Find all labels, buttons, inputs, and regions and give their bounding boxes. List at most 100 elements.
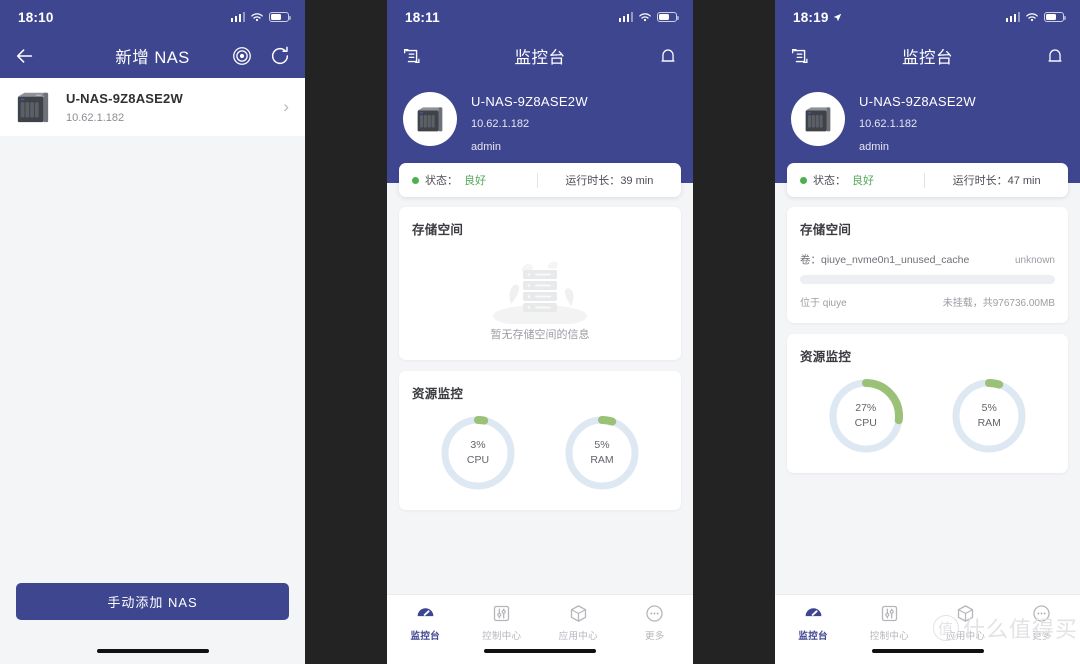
nav-left-group [789,45,811,67]
list-item[interactable]: U-NAS-9Z8ASE2W 10.62.1.182 › [0,78,305,136]
tab-more-label: 更多 [644,631,665,642]
gauge-cpu: 3% CPU [437,412,519,494]
storage-card: 存储空间 卷：qiuye_nvme0n1_unused_cache unknow… [787,207,1068,323]
add-nas-body: U-NAS-9Z8ASE2W 10.62.1.182 › 手动添加 NAS [0,78,305,664]
refresh-icon[interactable] [269,45,291,67]
gauge-cpu-value: 3% [470,438,486,451]
status-dot-icon [800,176,807,184]
tab-app-center[interactable]: 应用中心 [928,603,1004,642]
status-badge: 状态： 良好 运行时长：39 min [399,163,681,197]
battery-icon [269,12,291,22]
tab-control-center[interactable]: 控制中心 [464,603,541,642]
status-bar-time: 18:11 [405,9,440,25]
gauge-cpu-name: CPU [854,417,877,429]
wifi-icon [251,12,263,21]
status-bar-indicators [618,12,679,23]
nav-left-group [401,45,423,67]
gauge-ram-name: RAM [590,454,614,466]
tab-bar: 监控台 控制中心 应用中心 更多 [387,594,693,664]
gauge-icon [805,608,821,617]
volume-state: unknown [1014,255,1055,266]
ellipsis-icon [1033,605,1051,622]
device-name: U-NAS-9Z8ASE2W [471,94,588,109]
device-header-info: U-NAS-9Z8ASE2W 10.62.1.182 admin [471,92,588,153]
storage-card-title: 存储空间 [412,223,464,237]
tab-more-label: 更多 [1032,631,1052,642]
tab-control-center-label: 控制中心 [869,631,909,642]
status-bar: 18:11 [387,0,693,34]
dashboard-content: 存储空间 卷：qiuye_nvme0n1_unused_cache unknow… [775,197,1080,473]
tab-control-center[interactable]: 控制中心 [851,603,927,642]
tab-more[interactable]: 更多 [617,603,694,642]
avatar [791,92,845,146]
uptime-value: 39 min [620,175,654,187]
storage-empty-text: 暂无存储空间的信息 [490,329,590,341]
gauge-cpu-value: 27% [855,401,877,414]
status-bar-time: 18:10 [18,9,54,25]
wifi-icon [1026,12,1038,21]
bell-icon[interactable] [657,45,679,67]
tab-app-center-label: 应用中心 [946,631,986,642]
uptime-group: 运行时长：47 min [925,172,1068,188]
tab-dashboard-label: 监控台 [410,631,440,642]
status-label: 状态： [813,175,846,187]
status-bar: 18:10 [0,0,305,34]
sliders-icon [494,605,510,622]
volume-footer: 位于 qiuye 未挂载，共976736.00MB [800,294,1055,309]
manual-add-nas-button[interactable]: 手动添加 NAS [16,583,289,620]
device-ip: 10.62.1.182 [66,111,125,124]
status-bar: 18:19 [775,0,1080,34]
nav-left-group [14,45,36,67]
uptime-label: 运行时长： [565,175,621,187]
device-name: U-NAS-9Z8ASE2W [66,90,183,106]
bell-icon[interactable] [1044,45,1066,67]
sliders-icon [881,605,898,622]
battery-icon [1044,12,1066,22]
avatar [403,92,457,146]
device-ip: 10.62.1.182 [859,118,918,130]
cellular-signal-icon [230,12,245,22]
status-dot-icon [412,176,419,184]
gauge-group: 3% CPU 5% RAM [412,402,668,496]
uptime-group: 运行时长：39 min [538,172,681,188]
volume-size: 未挂载，共976736.00MB [942,298,1055,309]
tab-dashboard[interactable]: 监控台 [387,603,464,642]
uptime-value: 47 min [1007,175,1041,187]
phone-panel-dashboard-39min: 18:11 监控台 U-NAS-9Z8ASE2W 10.62.1.182 adm… [387,0,693,664]
dashboard-content: 存储空间 暂无存储空间的信息 资源监控 3% CPU 5% RAM [387,197,693,510]
status-group: 状态： 良好 [399,172,537,188]
nav-right-group [657,45,679,67]
device-name: U-NAS-9Z8ASE2W [859,94,976,109]
storage-card-title: 存储空间 [800,223,852,237]
arrow-left-icon[interactable] [14,45,36,67]
status-badge: 状态： 良好 运行时长：47 min [787,163,1068,197]
tab-app-center[interactable]: 应用中心 [540,603,617,642]
nas-tower-icon [417,107,443,132]
status-bar-indicators [1005,12,1066,23]
gauge-ram: 5% RAM [948,375,1030,457]
gauge-icon [417,608,434,617]
nas-tower-icon [17,92,49,123]
device-user: admin [471,141,501,153]
tab-dashboard[interactable]: 监控台 [775,603,851,642]
gauge-ram: 5% RAM [561,412,643,494]
cube-icon [570,605,586,622]
storage-card: 存储空间 暂无存储空间的信息 [399,207,681,360]
device-switch-icon[interactable] [789,45,811,67]
chevron-right-icon[interactable]: › [283,97,291,117]
gauge-cpu: 27% CPU [825,375,907,457]
phone-panel-add-nas: 18:10 新增 NAS U-NAS-9Z8ASE2W 10.62.1.182 … [0,0,305,664]
gauge-cpu-label: 3% CPU [437,412,519,494]
gauge-ram-label: 5% RAM [561,412,643,494]
status-value: 良好 [464,175,486,187]
volume-row: 卷：qiuye_nvme0n1_unused_cache unknown [800,252,1055,267]
tab-more[interactable]: 更多 [1004,603,1080,642]
resource-card-title: 资源监控 [412,387,464,401]
device-switch-icon[interactable] [401,45,423,67]
device-header-info: U-NAS-9Z8ASE2W 10.62.1.182 admin [859,92,976,153]
radar-scan-icon[interactable] [231,45,253,67]
cellular-signal-icon [618,12,633,22]
nav-bar: 新增 NAS [0,34,305,78]
volume-name-group: 卷：qiuye_nvme0n1_unused_cache [800,252,969,267]
nav-bar: 监控台 [387,34,693,78]
